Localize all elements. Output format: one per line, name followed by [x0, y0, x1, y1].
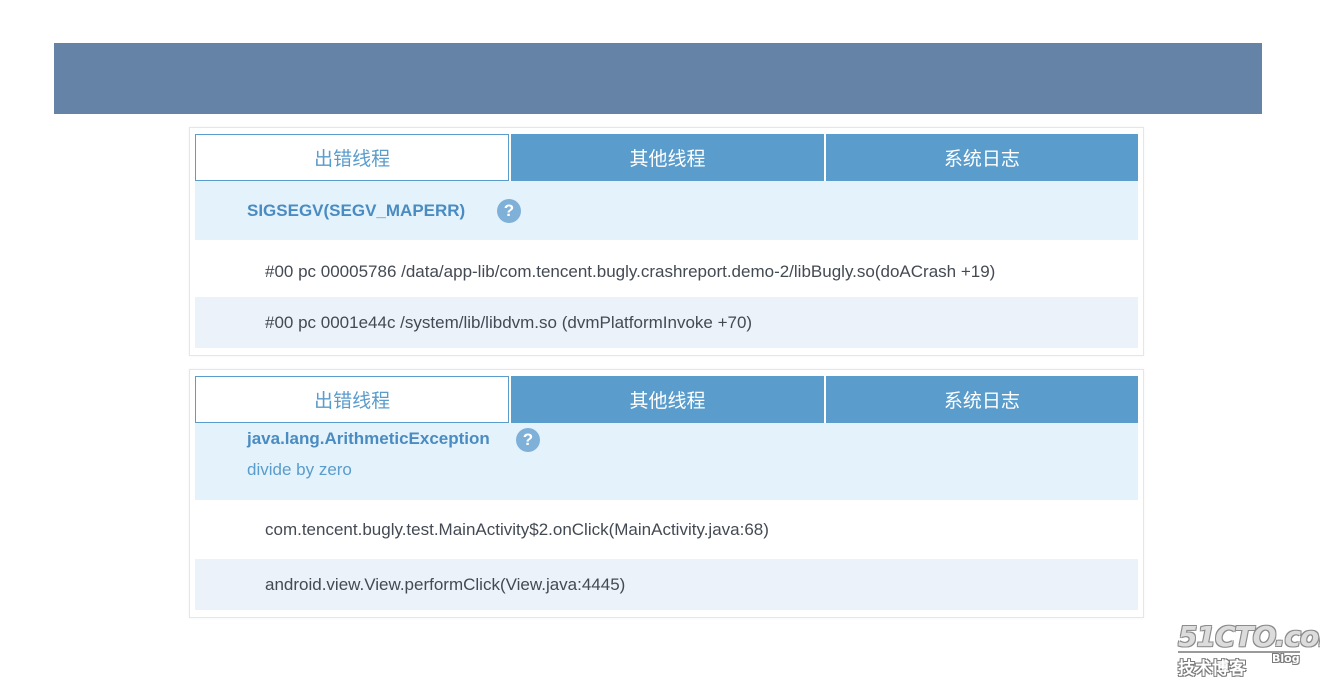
watermark-blog-text: Blog [1272, 652, 1300, 665]
stack-frame-row: android.view.View.performClick(View.java… [195, 559, 1138, 610]
tab-system-log[interactable]: 系统日志 [825, 376, 1138, 423]
crash-panel-native: 出错线程 其他线程 系统日志 SIGSEGV(SEGV_MAPERR) ? #0… [189, 127, 1144, 356]
exception-header: SIGSEGV(SEGV_MAPERR) ? [195, 181, 1138, 240]
header-banner [54, 43, 1262, 114]
crash-panel-java: 出错线程 其他线程 系统日志 java.lang.ArithmeticExcep… [189, 369, 1144, 618]
thread-tabs: 出错线程 其他线程 系统日志 [195, 376, 1138, 423]
watermark-logo: 51CTO.com 技术博客 Blog [1178, 620, 1320, 680]
stack-frame-row: #00 pc 00005786 /data/app-lib/com.tencen… [195, 246, 1138, 297]
tab-other-threads[interactable]: 其他线程 [511, 376, 824, 423]
exception-header: java.lang.ArithmeticException ? divide b… [195, 423, 1138, 500]
stack-frame-text: #00 pc 00005786 /data/app-lib/com.tencen… [265, 261, 996, 281]
stack-frame-text: com.tencent.bugly.test.MainActivity$2.on… [265, 519, 769, 539]
exception-title: java.lang.ArithmeticException [247, 429, 490, 448]
stack-frame-text: #00 pc 0001e44c /system/lib/libdvm.so (d… [265, 312, 753, 332]
stack-frame-text: android.view.View.performClick(View.java… [265, 574, 626, 594]
question-circle-icon[interactable]: ? [497, 199, 521, 223]
stack-frame-row: #00 pc 0001e44c /system/lib/libdvm.so (d… [195, 297, 1138, 348]
exception-message: divide by zero [247, 460, 352, 479]
question-circle-icon[interactable]: ? [516, 428, 540, 452]
tab-system-log[interactable]: 系统日志 [825, 134, 1138, 181]
tab-error-thread[interactable]: 出错线程 [195, 376, 510, 423]
stack-frame-row: com.tencent.bugly.test.MainActivity$2.on… [195, 504, 1138, 555]
thread-tabs: 出错线程 其他线程 系统日志 [195, 134, 1138, 181]
exception-title: SIGSEGV(SEGV_MAPERR) [247, 201, 466, 220]
watermark-main-text: 51CTO.com [1178, 620, 1320, 653]
tab-error-thread[interactable]: 出错线程 [195, 134, 510, 181]
tab-other-threads[interactable]: 其他线程 [511, 134, 824, 181]
watermark-sub-text: 技术博客 [1178, 659, 1246, 679]
